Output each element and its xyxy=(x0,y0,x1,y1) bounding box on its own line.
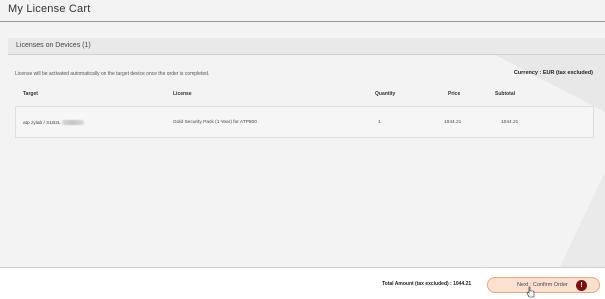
column-price: Price xyxy=(448,91,461,97)
cell-target: atp zylab / S1B2L xyxy=(23,120,84,126)
alert-badge-icon: ! xyxy=(576,280,587,291)
page-title: My License Cart xyxy=(8,3,91,15)
target-text: atp zylab / S1B2L xyxy=(23,121,61,126)
cell-price: 1044.21 xyxy=(444,120,462,125)
table-header: Target License Quantity Price Subtotal xyxy=(15,88,594,102)
cart-content: Licenses on Devices (1) License will be … xyxy=(0,22,605,267)
total-amount: Total Amount (tax excluded) : 1044.21 xyxy=(382,281,472,287)
cell-subtotal: 1044.21 xyxy=(501,120,519,125)
cell-quantity: 1 xyxy=(378,120,381,125)
activation-note: License will be activated automatically … xyxy=(15,71,210,77)
cart-footer: Total Amount (tax excluded) : 1044.21 Ne… xyxy=(0,267,605,299)
currency-label: Currency : EUR (tax excluded) xyxy=(513,70,593,76)
page-header: My License Cart xyxy=(0,0,605,22)
background-decoration xyxy=(470,42,605,267)
next-button-label: Next : Confirm Order xyxy=(517,282,568,288)
column-license: License xyxy=(173,91,192,97)
next-confirm-order-button[interactable]: Next : Confirm Order ! xyxy=(487,277,600,293)
table-row: atp zylab / S1B2L Gold Security Pack (1 … xyxy=(15,106,594,138)
column-target: Target xyxy=(23,91,38,97)
hand-pointer-icon xyxy=(526,286,535,298)
cell-license: Gold Security Pack (1 Year) for ATP800 xyxy=(173,120,257,125)
section-header[interactable]: Licenses on Devices (1) xyxy=(8,38,605,55)
column-quantity: Quantity xyxy=(375,91,396,97)
section-title: Licenses on Devices (1) xyxy=(16,42,91,49)
column-subtotal: Subtotal xyxy=(495,91,515,97)
redacted-serial xyxy=(61,120,84,125)
